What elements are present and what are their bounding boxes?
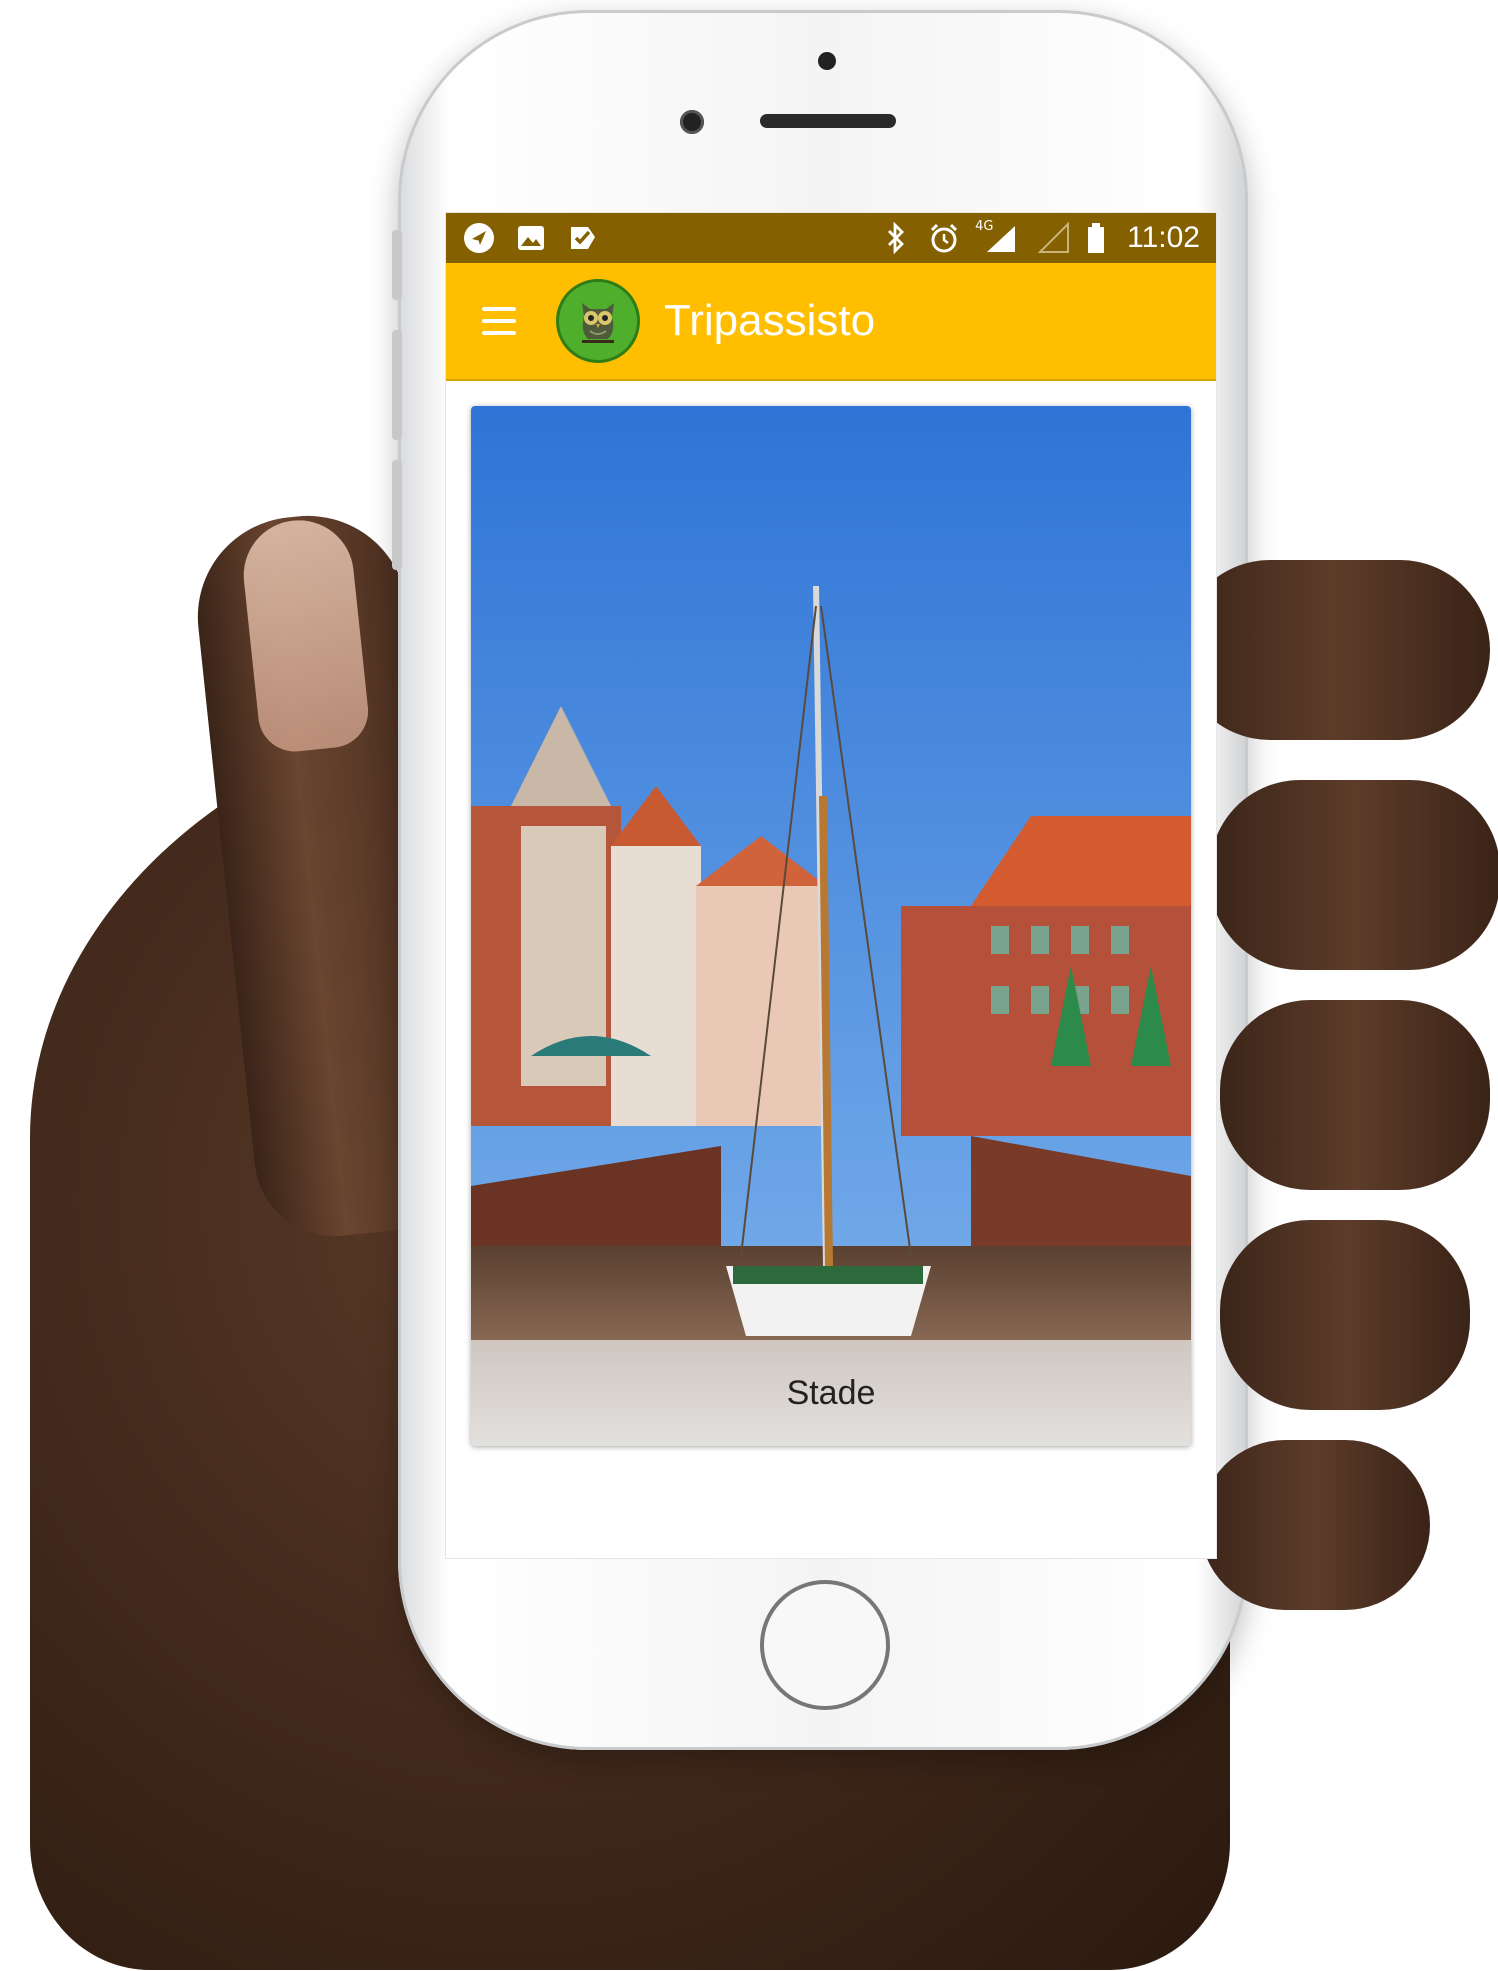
app-title: Tripassisto [664, 296, 876, 345]
bluetooth-icon [879, 221, 913, 255]
owl-logo-icon [556, 279, 640, 363]
front-camera [680, 110, 704, 134]
finger [1220, 1000, 1490, 1190]
battery-icon [1085, 221, 1107, 255]
proximity-sensor [818, 52, 836, 70]
network-label: 4G [975, 219, 994, 234]
home-button[interactable] [760, 1580, 890, 1710]
card-caption: Stade [471, 1340, 1191, 1446]
phone-screen: 4G 11:02 Tripassisto Stade [445, 212, 1217, 1559]
image-icon [514, 221, 548, 255]
signal-icon [1037, 221, 1071, 255]
harbor-sailboat-photo [471, 406, 1191, 1446]
navigation-icon [462, 221, 496, 255]
4g-signal-icon: 4G [975, 219, 1023, 255]
finger [1220, 1220, 1470, 1410]
status-bar: 4G 11:02 [446, 213, 1216, 263]
mute-switch [392, 230, 402, 300]
finger [1200, 1440, 1430, 1610]
volume-down-button [392, 460, 402, 570]
task-icon [566, 221, 600, 255]
destination-card[interactable]: Stade [471, 406, 1191, 1446]
app-bar: Tripassisto [446, 263, 1216, 381]
finger [1180, 560, 1490, 740]
alarm-icon [927, 221, 961, 255]
hamburger-menu-icon[interactable] [482, 307, 516, 335]
status-time: 11:02 [1127, 221, 1200, 254]
earpiece-speaker [760, 114, 896, 128]
volume-up-button [392, 330, 402, 440]
main-content: Stade [446, 381, 1216, 1558]
finger [1210, 780, 1498, 970]
